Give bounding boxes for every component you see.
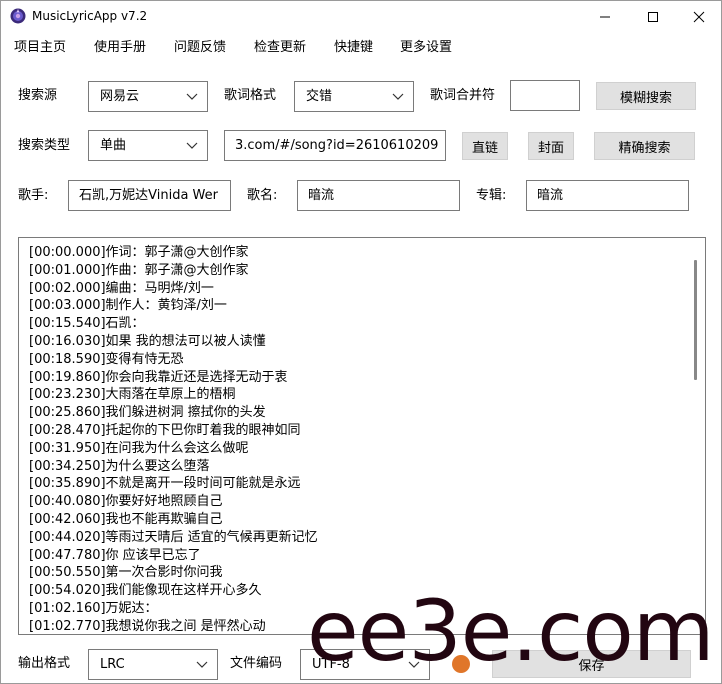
search-source-label: 搜索源 (18, 88, 58, 103)
search-source-select[interactable]: 网易云 (88, 81, 208, 112)
search-type-select[interactable]: 单曲 (88, 130, 208, 161)
search-type-label: 搜索类型 (18, 138, 71, 153)
menu-item-feedback[interactable]: 问题反馈 (174, 39, 226, 57)
lyric-line: [00:19.860]你会向我靠近还是选择无动于衷 (29, 369, 288, 385)
lyric-line: [00:25.860]我们躲进树洞 擦拭你的头发 (29, 405, 266, 421)
menu-item-more-settings[interactable]: 更多设置 (400, 39, 452, 57)
album-field[interactable]: 暗流 (526, 180, 689, 211)
search-type-value: 单曲 (100, 138, 127, 153)
lyric-line: [00:23.230]大雨落在草原上的梧桐 (29, 387, 236, 403)
cover-button[interactable]: 封面 (528, 132, 574, 160)
output-format-value: LRC (100, 657, 125, 672)
minimize-button[interactable] (582, 1, 628, 32)
song-url-input[interactable]: 3.com/#/song?id=2610610209 (224, 130, 446, 161)
song-name-value: 暗流 (308, 188, 335, 203)
close-icon (693, 11, 705, 22)
lyric-line: [00:00.000]作词：郭子潇@大创作家 (29, 245, 249, 260)
close-button[interactable] (676, 1, 722, 32)
menu-item-home[interactable]: 项目主页 (14, 39, 66, 57)
chevron-down-icon (196, 661, 208, 668)
lyric-line: [00:18.590]变得有恃无恐 (29, 351, 184, 367)
singer-field[interactable]: 石凯,万妮达Vinida Wer (68, 180, 231, 211)
lyrics-scrollbar[interactable] (694, 260, 697, 380)
lyric-line: [00:50.550]第一次合影时你问我 (29, 565, 223, 581)
minimize-icon (600, 16, 610, 17)
chevron-down-icon (186, 93, 198, 100)
app-window: MusicLyricApp v7.2 项目主页 使用手册 问题反馈 检查更新 快… (0, 0, 722, 684)
lyric-line: [00:40.080]你要好好地照顾自己 (29, 494, 223, 510)
lyrics-textarea[interactable]: [00:00.000]作词：郭子潇@大创作家 [00:01.000]作曲：郭子潇@… (18, 237, 706, 635)
menu-bar: 项目主页 使用手册 问题反馈 检查更新 快捷键 更多设置 (1, 35, 721, 61)
lyric-line: [00:15.540]石凯： (29, 316, 145, 332)
lyric-line: [00:47.780]你 应该早已忘了 (29, 547, 201, 563)
lyric-format-select[interactable]: 交错 (294, 81, 414, 112)
lyric-line: [00:28.470]托起你的下巴你盯着我的眼神如同 (29, 422, 301, 438)
watermark-text: ee3e.com (307, 582, 715, 680)
lyric-line: [00:01.000]作曲：郭子潇@大创作家 (29, 262, 249, 278)
song-url-value: 3.com/#/song?id=2610610209 (235, 138, 439, 153)
file-encoding-label: 文件编码 (230, 656, 283, 671)
maximize-icon (648, 11, 658, 22)
singer-value: 石凯,万妮达Vinida Wer (79, 188, 218, 203)
maximize-button[interactable] (630, 1, 676, 32)
menu-item-shortcuts[interactable]: 快捷键 (334, 39, 373, 57)
lyric-line: [00:42.060]我也不能再欺骗自己 (29, 511, 223, 527)
lyric-line: [00:34.250]为什么要这么堕落 (29, 458, 210, 474)
chevron-down-icon (186, 142, 198, 149)
fuzzy-search-button[interactable]: 模糊搜索 (596, 82, 696, 110)
title-bar[interactable]: MusicLyricApp v7.2 (1, 1, 721, 32)
lyrics-content: [00:00.000]作词：郭子潇@大创作家 [00:01.000]作曲：郭子潇@… (29, 244, 679, 634)
menu-item-manual[interactable]: 使用手册 (94, 39, 146, 57)
album-label: 专辑: (476, 188, 507, 203)
lyric-merge-input[interactable] (510, 80, 580, 111)
direct-link-button[interactable]: 直链 (462, 132, 508, 160)
output-format-label: 输出格式 (18, 656, 71, 671)
song-name-field[interactable]: 暗流 (297, 180, 460, 211)
lyric-merge-label: 歌词合并符 (430, 88, 496, 103)
window-title: MusicLyricApp v7.2 (32, 9, 148, 23)
lyric-line: [00:44.020]等雨过天晴后 适宜的气候再更新记忆 (29, 529, 318, 545)
singer-label: 歌手: (18, 188, 49, 203)
lyric-format-label: 歌词格式 (224, 88, 277, 103)
lyric-line: [00:35.890]不就是离开一段时间可能就是永远 (29, 476, 301, 492)
exact-search-button[interactable]: 精确搜索 (594, 132, 695, 160)
album-value: 暗流 (537, 188, 564, 203)
chevron-down-icon (392, 93, 404, 100)
song-name-label: 歌名: (247, 188, 278, 203)
search-source-value: 网易云 (100, 89, 140, 104)
menu-item-check-update[interactable]: 检查更新 (254, 39, 306, 57)
lyric-line: [00:16.030]如果 我的想法可以被人读懂 (29, 333, 266, 349)
app-logo-icon (10, 8, 26, 24)
lyric-line: [00:03.000]制作人：黄钧泽/刘一 (29, 298, 227, 314)
lyric-format-value: 交错 (306, 89, 333, 104)
lyric-line: [00:02.000]编曲：马明烨/刘一 (29, 280, 214, 296)
output-format-select[interactable]: LRC (88, 649, 218, 680)
lyric-line: [00:31.950]在问我为什么会这么做呢 (29, 440, 249, 456)
